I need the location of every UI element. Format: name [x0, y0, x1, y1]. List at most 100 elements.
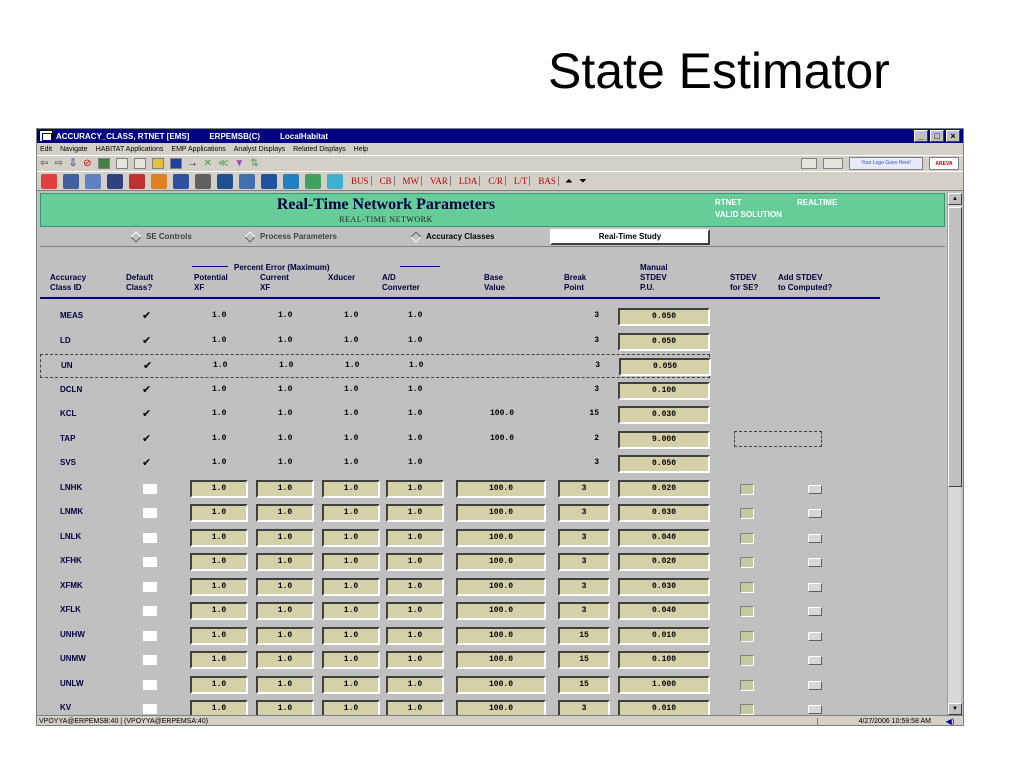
close-button[interactable]: × — [946, 130, 960, 142]
manual-stdev-field[interactable]: 1.000 — [618, 675, 710, 694]
speaker-icon[interactable]: ◀) — [937, 717, 963, 726]
stdev-for-se-checkbox[interactable] — [740, 630, 754, 642]
cur-cell[interactable]: 1.0 — [256, 602, 314, 620]
break-point-cell[interactable]: 15 — [558, 626, 610, 645]
base-value-cell[interactable]: 100.0 — [456, 553, 546, 571]
table-row[interactable]: UNMW 1.0 1.0 1.0 1.0 100.0 15 0.100 — [40, 648, 945, 672]
break-point-cell[interactable]: 3 — [558, 602, 610, 620]
gear-icon[interactable] — [195, 173, 211, 189]
default-checkbox[interactable] — [143, 557, 157, 567]
xd-cell[interactable]: 1.0 — [322, 626, 380, 645]
table-row[interactable]: LNMK 1.0 1.0 1.0 1.0 100.0 3 0.030 — [40, 501, 945, 525]
grid-icon[interactable] — [85, 173, 101, 189]
ad-cell[interactable]: 1.0 — [386, 577, 444, 596]
table-row[interactable]: XFLK 1.0 1.0 1.0 1.0 100.0 3 0.040 — [40, 599, 945, 623]
xd-cell[interactable]: 1.0 — [322, 675, 380, 694]
ad-cell[interactable]: 1.0 — [386, 602, 444, 620]
break-point-cell[interactable]: 3 — [558, 528, 610, 547]
network-icon[interactable] — [107, 173, 123, 189]
window-app-icon[interactable] — [39, 130, 53, 142]
table-row[interactable]: LNLK 1.0 1.0 1.0 1.0 100.0 3 0.040 — [40, 526, 945, 550]
xd-cell[interactable]: 1.0 — [322, 553, 380, 571]
manual-stdev-field[interactable]: 0.050 — [619, 358, 711, 376]
add-stdev-toggle[interactable] — [808, 607, 822, 616]
up-icon[interactable]: ⏶ — [565, 176, 573, 187]
palette-icon[interactable] — [305, 173, 321, 189]
real-time-study-button[interactable]: Real-Time Study — [550, 229, 710, 245]
lt-button[interactable]: L/T — [512, 176, 531, 186]
ad-cell[interactable]: 1.0 — [386, 528, 444, 547]
ad-cell[interactable]: 1.0 — [386, 626, 444, 645]
right-arrow-icon[interactable]: → — [188, 158, 198, 169]
manual-stdev-field[interactable]: 0.040 — [618, 602, 710, 620]
pot-cell[interactable]: 1.0 — [190, 577, 248, 596]
manual-stdev-field[interactable]: 0.010 — [618, 626, 710, 645]
manual-stdev-field[interactable]: 0.030 — [618, 406, 710, 424]
add-stdev-toggle[interactable] — [808, 680, 822, 690]
break-point-cell[interactable]: 15 — [558, 651, 610, 669]
tab-process-parameters[interactable]: Process Parameters — [244, 230, 337, 243]
table-row[interactable]: TAP ✔ 1.0 1.0 1.0 1.0 100.0 2 9.000 — [40, 428, 945, 452]
page-icon[interactable] — [115, 158, 128, 169]
add-stdev-toggle[interactable] — [808, 558, 822, 567]
table-row[interactable]: MEAS ✔ 1.0 1.0 1.0 1.0 3 0.050 — [40, 305, 945, 329]
xd-cell[interactable]: 1.0 — [322, 504, 380, 522]
menu-navigate[interactable]: Navigate — [60, 146, 88, 153]
folder-icon[interactable] — [151, 158, 164, 169]
forward-arrow-icon[interactable]: ⇨ — [54, 158, 62, 169]
add-stdev-toggle[interactable] — [808, 656, 822, 665]
lda-button[interactable]: LDA — [457, 176, 481, 186]
focus-outline[interactable] — [734, 430, 822, 447]
ad-cell[interactable]: 1.0 — [386, 651, 444, 669]
table-row[interactable]: KV 1.0 1.0 1.0 1.0 100.0 3 0.010 — [40, 697, 945, 717]
default-checkbox[interactable] — [143, 581, 157, 592]
stdev-for-se-checkbox[interactable] — [740, 508, 754, 519]
table-row[interactable]: SVS ✔ 1.0 1.0 1.0 1.0 3 0.050 — [40, 452, 945, 476]
xd-cell[interactable]: 1.0 — [322, 651, 380, 669]
add-stdev-toggle[interactable] — [808, 582, 822, 592]
menu-emp-applications[interactable]: EMP Applications — [171, 146, 225, 153]
break-point-cell[interactable]: 15 — [558, 675, 610, 694]
bar-chart-icon[interactable] — [283, 173, 299, 189]
xd-cell[interactable]: 1.0 — [322, 479, 380, 498]
base-value-cell[interactable]: 100.0 — [456, 528, 546, 547]
default-checkbox[interactable] — [143, 679, 157, 690]
stdev-for-se-checkbox[interactable] — [740, 532, 754, 544]
cur-cell[interactable]: 1.0 — [256, 553, 314, 571]
clock-icon[interactable] — [261, 173, 277, 189]
minimize-button[interactable]: _ — [914, 130, 928, 142]
pot-cell[interactable]: 1.0 — [190, 528, 248, 547]
add-stdev-toggle[interactable] — [808, 631, 822, 641]
break-point-cell[interactable]: 3 — [558, 504, 610, 522]
menu-help[interactable]: Help — [354, 146, 368, 153]
manual-stdev-field[interactable]: 0.050 — [618, 332, 710, 351]
table-row[interactable]: LD ✔ 1.0 1.0 1.0 1.0 3 0.050 — [40, 330, 945, 354]
stdev-for-se-checkbox[interactable] — [740, 581, 754, 593]
base-value-cell[interactable]: 100.0 — [456, 675, 546, 694]
cross-icon[interactable]: ✕ — [204, 158, 212, 169]
pot-cell[interactable]: 1.0 — [190, 626, 248, 645]
default-checkbox[interactable] — [143, 508, 157, 518]
down-arrow-icon[interactable]: ⇩ — [69, 158, 77, 169]
pot-cell[interactable]: 1.0 — [190, 602, 248, 620]
breaker-icon[interactable] — [129, 173, 145, 189]
calendar-icon[interactable] — [239, 173, 255, 189]
manual-stdev-field[interactable]: 0.100 — [618, 651, 710, 669]
add-stdev-toggle[interactable] — [808, 705, 822, 714]
truck-icon[interactable] — [217, 173, 233, 189]
base-value-cell[interactable]: 100.0 — [456, 577, 546, 596]
default-checkbox[interactable] — [143, 483, 157, 494]
var-button[interactable]: VAR — [428, 176, 451, 186]
pot-cell[interactable]: 1.0 — [190, 504, 248, 522]
default-checkmark-icon[interactable]: ✔ — [143, 359, 152, 372]
base-value-cell[interactable]: 100.0 — [456, 602, 546, 620]
stdev-for-se-checkbox[interactable] — [740, 679, 754, 691]
stdev-for-se-checkbox[interactable] — [740, 483, 754, 495]
add-stdev-toggle[interactable] — [808, 484, 822, 494]
pot-cell[interactable]: 1.0 — [190, 675, 248, 694]
base-value-cell[interactable]: 100.0 — [456, 651, 546, 669]
default-checkbox[interactable] — [143, 630, 157, 641]
tab-accuracy-classes[interactable]: Accuracy Classes — [410, 230, 495, 243]
bus-button[interactable]: BUS — [349, 176, 372, 186]
base-value-cell[interactable]: 100.0 — [456, 504, 546, 522]
